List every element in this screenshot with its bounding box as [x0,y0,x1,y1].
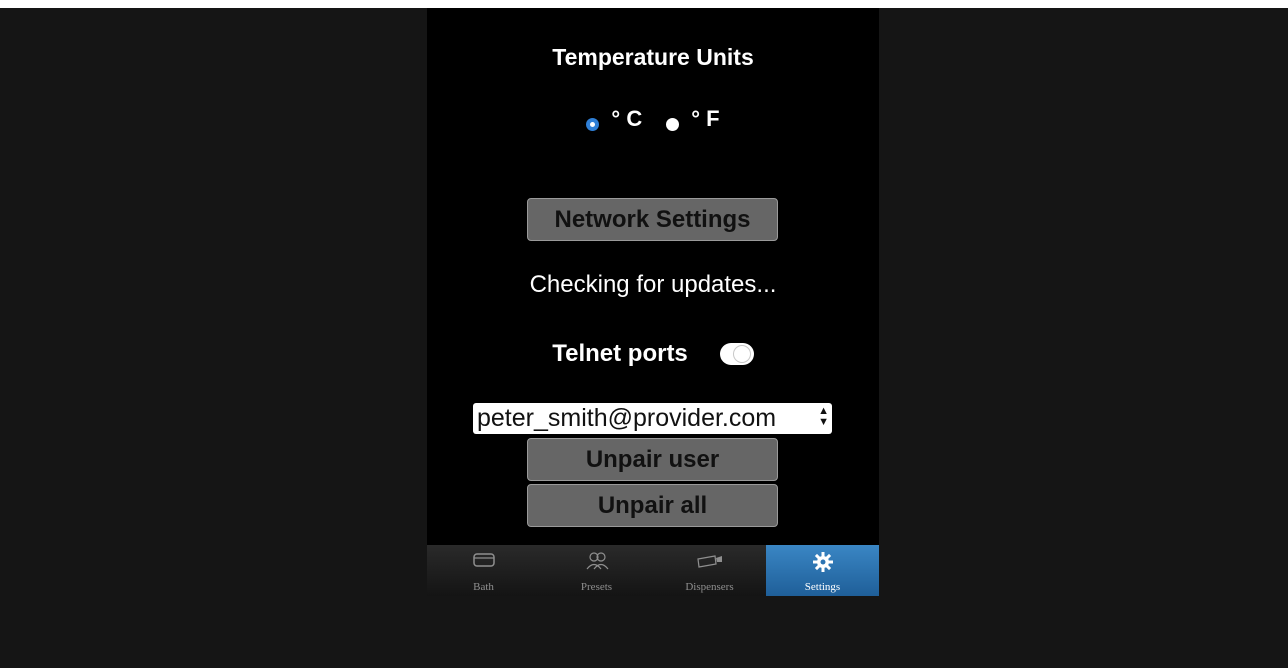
unpair-all-button[interactable]: Unpair all [527,484,778,527]
telnet-ports-toggle[interactable] [719,343,754,365]
celsius-radio[interactable] [586,117,600,131]
telnet-ports-row: Telnet ports [427,340,879,368]
tab-bath[interactable]: Bath [427,545,540,596]
tab-dispensers-label: Dispensers [685,581,734,593]
tab-dispensers[interactable]: Dispensers [653,545,766,596]
presets-icon [586,552,608,570]
gear-icon [812,552,833,572]
temperature-unit-options: ° C ° F [427,104,879,134]
unpair-user-button[interactable]: Unpair user [527,438,778,481]
temperature-units-title: Temperature Units [552,44,754,70]
telnet-ports-label: Telnet ports [552,340,688,367]
tab-presets-label: Presets [580,581,613,593]
tab-settings[interactable]: Settings [766,545,879,596]
tab-settings-label: Settings [804,581,841,593]
fahrenheit-radio[interactable] [666,117,680,131]
user-select-value: peter_smith@provider.com [477,404,777,432]
tab-presets[interactable]: Presets [540,545,653,596]
bath-icon [472,553,495,567]
chevron-up-down-icon: ▲ ▼ [818,405,829,428]
dispensers-icon [696,555,722,568]
settings-screen: Temperature Units ° C ° F Network Settin… [427,8,879,596]
tab-bar: Bath Presets Dispensers Settings [427,545,879,596]
top-border [0,0,1288,8]
network-settings-button[interactable]: Network Settings [527,198,778,241]
celsius-label: ° C [611,106,643,131]
tab-bath-label: Bath [473,581,494,593]
update-status-text: Checking for updates... [529,271,777,298]
fahrenheit-label: ° F [691,106,720,131]
user-select[interactable]: peter_smith@provider.com ▲ ▼ [473,403,832,434]
